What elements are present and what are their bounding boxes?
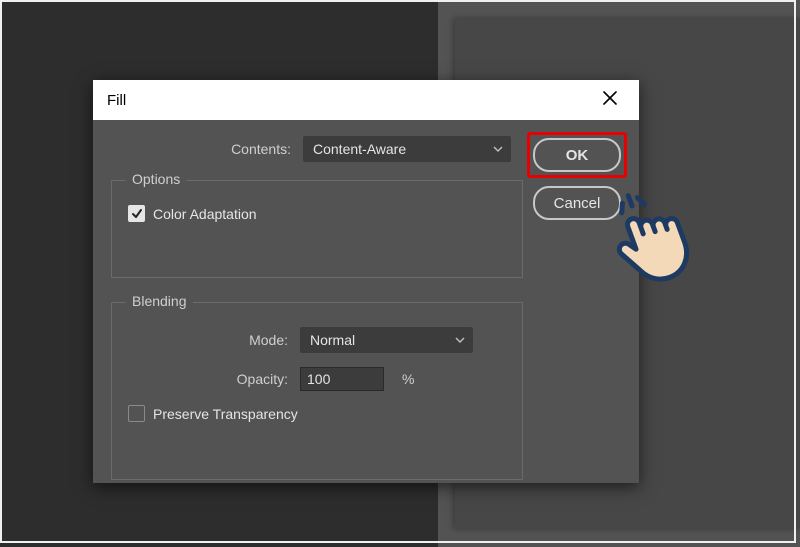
chevron-down-icon	[455, 335, 465, 345]
dialog-title: Fill	[107, 92, 126, 109]
ok-button-label: OK	[566, 147, 589, 164]
contents-select-value: Content-Aware	[313, 141, 406, 157]
preserve-transparency-label: Preserve Transparency	[153, 406, 298, 422]
options-group: Options Color Adaptation	[111, 180, 523, 278]
checkbox-checked-icon	[128, 205, 145, 222]
preserve-transparency-checkbox[interactable]: Preserve Transparency	[128, 405, 506, 422]
checkbox-unchecked-icon	[128, 405, 145, 422]
close-icon	[603, 91, 617, 109]
blending-group: Blending Mode: Normal Opacity: 100	[111, 302, 523, 480]
mode-label: Mode:	[128, 332, 288, 348]
cancel-button-label: Cancel	[554, 195, 601, 212]
contents-select[interactable]: Content-Aware	[303, 136, 511, 162]
ok-button[interactable]: OK	[533, 138, 621, 172]
opacity-unit: %	[402, 371, 414, 387]
color-adaptation-label: Color Adaptation	[153, 206, 257, 222]
opacity-value: 100	[307, 371, 330, 387]
mode-select[interactable]: Normal	[300, 327, 473, 353]
fill-dialog: Fill Contents: Content-Aware OK	[93, 80, 639, 483]
options-group-title: Options	[126, 171, 186, 187]
close-button[interactable]	[595, 85, 625, 115]
opacity-row: Opacity: 100 %	[128, 367, 506, 391]
mode-row: Mode: Normal	[128, 327, 506, 353]
dialog-buttons: OK Cancel	[533, 138, 621, 220]
ok-button-wrap: OK	[533, 138, 621, 172]
cancel-button[interactable]: Cancel	[533, 186, 621, 220]
chevron-down-icon	[493, 144, 503, 154]
opacity-label: Opacity:	[128, 371, 288, 387]
blending-group-title: Blending	[126, 293, 193, 309]
dialog-titlebar: Fill	[93, 80, 639, 120]
contents-label: Contents:	[111, 141, 291, 157]
color-adaptation-checkbox[interactable]: Color Adaptation	[128, 205, 506, 222]
opacity-input[interactable]: 100	[300, 367, 384, 391]
mode-select-value: Normal	[310, 332, 355, 348]
